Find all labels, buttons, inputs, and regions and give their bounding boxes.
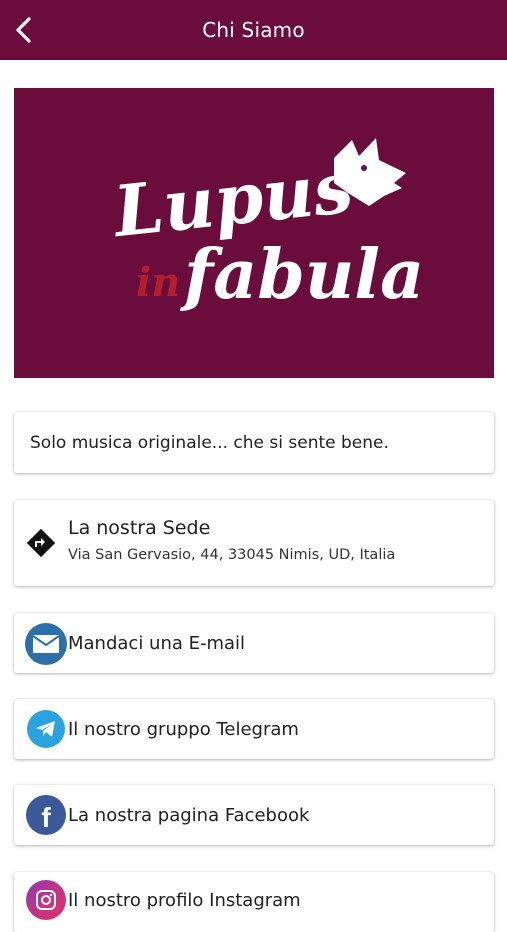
facebook-link[interactable]: f La nostra pagina Facebook bbox=[14, 785, 494, 845]
instagram-link[interactable]: Il nostro profilo Instagram bbox=[14, 872, 494, 932]
telegram-icon bbox=[27, 710, 65, 748]
address-card[interactable]: La nostra Sede Via San Gervasio, 44, 330… bbox=[14, 500, 494, 586]
facebook-label: La nostra pagina Facebook bbox=[68, 804, 310, 826]
logo-text-in: in bbox=[136, 259, 180, 306]
email-label: Mandaci una E-mail bbox=[68, 632, 246, 654]
directions-icon bbox=[26, 528, 56, 558]
address-value: Via San Gervasio, 44, 33045 Nimis, UD, I… bbox=[68, 547, 396, 563]
telegram-label: Il nostro gruppo Telegram bbox=[68, 718, 299, 740]
tagline-card: Solo musica originale... che si sente be… bbox=[14, 412, 494, 473]
back-button[interactable] bbox=[8, 14, 38, 46]
app-header: Chi Siamo bbox=[0, 0, 507, 60]
chevron-left-icon bbox=[16, 17, 31, 43]
logo-text-fabula: fabula bbox=[180, 235, 424, 315]
instagram-label: Il nostro profilo Instagram bbox=[68, 889, 301, 911]
address-title: La nostra Sede bbox=[68, 517, 211, 539]
email-link[interactable]: Mandaci una E-mail bbox=[14, 613, 494, 673]
email-icon bbox=[25, 623, 67, 665]
tagline-text: Solo musica originale... che si sente be… bbox=[30, 432, 389, 453]
instagram-icon bbox=[26, 880, 66, 920]
band-logo: Lupus in fabula bbox=[14, 88, 494, 378]
page-title: Chi Siamo bbox=[202, 18, 305, 42]
facebook-icon: f bbox=[26, 795, 66, 835]
telegram-link[interactable]: Il nostro gruppo Telegram bbox=[14, 699, 494, 759]
